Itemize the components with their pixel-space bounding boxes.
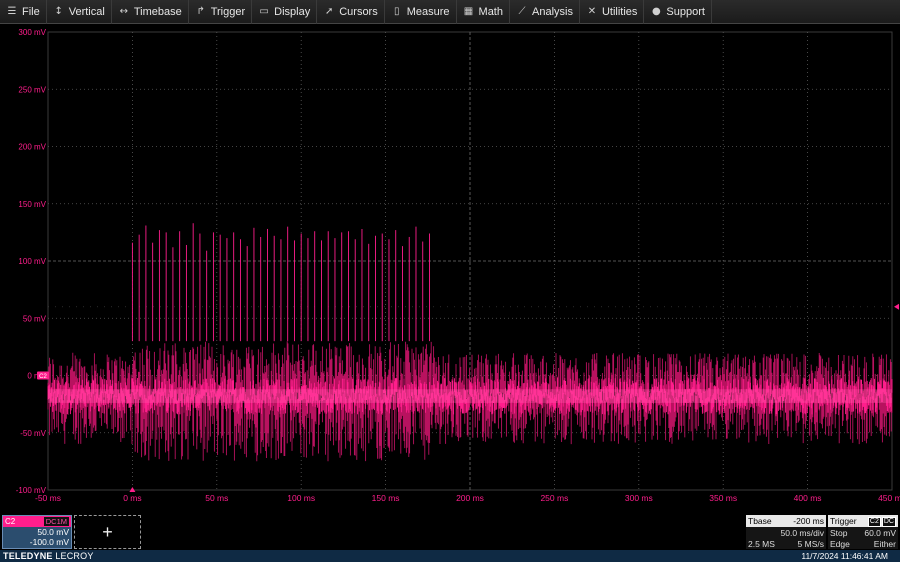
channel-scale: 50.0 mV	[37, 527, 69, 537]
menu-math[interactable]: ▦ Math	[457, 0, 510, 24]
analysis-icon: ⟋	[518, 6, 526, 17]
status-bar: TELEDYNE LECROY 11/7/2024 11:46:41 AM	[0, 550, 900, 562]
utilities-icon: ✕	[587, 6, 597, 17]
math-icon: ▦	[463, 6, 474, 17]
menu-icon: ☰	[7, 6, 17, 17]
x-tick-label: 100 ms	[287, 493, 315, 503]
support-icon: ●	[652, 6, 661, 17]
x-tick-label: 350 ms	[709, 493, 737, 503]
waveform-display[interactable]: 300 mV250 mV200 mV150 mV100 mV50 mV0 mV-…	[0, 24, 900, 512]
timebase-rate: 5 MS/s	[797, 538, 824, 549]
channel-offset: -100.0 mV	[29, 537, 69, 547]
menu-label: Cursors	[339, 5, 378, 18]
brand-bold: TELEDYNE	[3, 551, 53, 561]
x-tick-label: 400 ms	[794, 493, 822, 503]
channel-ground-label: C2	[39, 374, 47, 380]
menu-label: Support	[666, 5, 705, 18]
menu-support[interactable]: ● Support	[644, 0, 712, 24]
vertical-arrows-icon: ↕	[54, 6, 63, 17]
datetime: 11/7/2024 11:46:41 AM	[801, 551, 888, 561]
menu-label: Trigger	[210, 5, 246, 18]
menu-label: Vertical	[68, 5, 105, 18]
timebase-descriptor[interactable]: Tbase -200 ms 50.0 ms/div 2.5 MS 5 MS/s	[746, 515, 826, 549]
cursors-icon: ➚	[325, 6, 334, 17]
menu-analysis[interactable]: ⟋ Analysis	[510, 0, 580, 24]
timebase-row: 50.0 ms/div	[746, 527, 826, 538]
menu-display[interactable]: ▭ Display	[252, 0, 318, 24]
channel-settings: 50.0 mV -100.0 mV	[3, 527, 71, 548]
trigger-descriptor[interactable]: Trigger C2 DC Stop 60.0 mV Edge Either	[828, 515, 898, 549]
menu-label: Math	[478, 5, 503, 18]
menu-vertical[interactable]: ↕ Vertical	[47, 0, 112, 24]
timebase-row: 2.5 MS 5 MS/s	[746, 538, 826, 549]
menu-label: File	[22, 5, 40, 18]
menu-label: Display	[274, 5, 311, 18]
y-tick-label: 250 mV	[18, 85, 46, 94]
trigger-label: Trigger	[830, 516, 857, 526]
x-tick-label: 300 ms	[625, 493, 653, 503]
y-tick-label: 50 mV	[23, 314, 47, 323]
trigger-row: Stop 60.0 mV	[828, 527, 898, 538]
y-tick-label: 100 mV	[18, 257, 46, 266]
y-tick-label: -50 mV	[20, 429, 46, 438]
brand-light: LECROY	[55, 551, 94, 561]
plus-icon: +	[102, 521, 113, 542]
menu-file[interactable]: ☰ File	[0, 0, 47, 24]
timebase-per-div: 50.0 ms/div	[780, 527, 824, 538]
add-trace-button[interactable]: +	[74, 515, 141, 549]
x-tick-label: 0 ms	[123, 493, 141, 503]
x-tick-label: -50 ms	[35, 493, 61, 503]
timebase-label: Tbase	[748, 516, 772, 526]
menu-label: Analysis	[532, 5, 573, 18]
menu-label: Measure	[406, 5, 450, 18]
y-tick-label: 200 mV	[18, 143, 46, 152]
trigger-coupling-badge: DC	[881, 517, 896, 527]
channel-header: C2 DC1M	[3, 516, 71, 527]
menu-measure[interactable]: ▯ Measure	[385, 0, 457, 24]
measure-icon: ▯	[393, 6, 400, 17]
trigger-type: Edge	[830, 538, 850, 549]
channel-coupling: DC1M	[43, 517, 69, 526]
y-tick-label: 300 mV	[18, 28, 46, 37]
trigger-slope: Either	[873, 538, 896, 549]
menu-bar: ☰ File ↕ Vertical ↔ Timebase ↱ Trigger ▭ Disp…	[0, 0, 900, 24]
timebase-samples: 2.5 MS	[748, 538, 775, 549]
y-tick-label: 150 mV	[18, 200, 46, 209]
menu-cursors[interactable]: ➚ Cursors	[317, 0, 385, 24]
menu-label: Timebase	[133, 5, 182, 18]
trigger-level: 60.0 mV	[864, 527, 896, 538]
x-tick-label: 50 ms	[205, 493, 228, 503]
timebase-delay: -200 ms	[793, 516, 824, 526]
x-tick-label: 450 ms	[878, 493, 900, 503]
trigger-source-badge: C2	[867, 517, 881, 527]
timebase-header: Tbase -200 ms	[746, 515, 826, 527]
display-icon: ▭	[259, 6, 269, 17]
menu-trigger[interactable]: ↱ Trigger	[189, 0, 253, 24]
trigger-icon: ↱	[196, 6, 205, 17]
menu-utilities[interactable]: ✕ Utilities	[580, 0, 645, 24]
trigger-row: Edge Either	[828, 538, 898, 549]
brand-logo: TELEDYNE LECROY	[0, 551, 94, 561]
horizontal-arrows-icon: ↔	[119, 6, 128, 17]
x-tick-label: 150 ms	[372, 493, 400, 503]
trace-band	[48, 389, 892, 403]
x-tick-label: 200 ms	[456, 493, 484, 503]
menu-label: Utilities	[601, 5, 638, 18]
trigger-mode: Stop	[830, 527, 848, 538]
channel-name: C2	[5, 517, 16, 526]
menu-timebase[interactable]: ↔ Timebase	[112, 0, 189, 24]
trigger-header: Trigger C2 DC	[828, 515, 898, 527]
channel-descriptor-c2[interactable]: C2 DC1M 50.0 mV -100.0 mV	[2, 515, 72, 549]
x-tick-label: 250 ms	[540, 493, 568, 503]
